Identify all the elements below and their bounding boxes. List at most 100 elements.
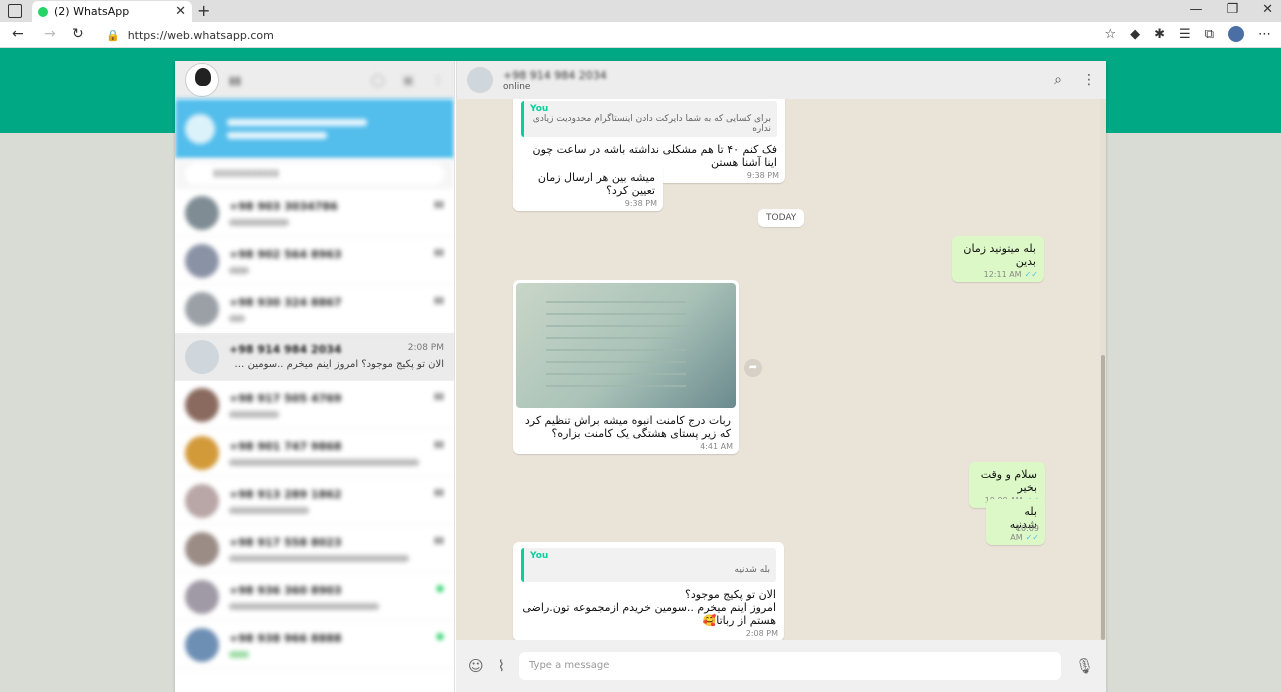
notification-banner[interactable] (175, 99, 454, 159)
contact-status: online (503, 81, 531, 92)
sidebar-header: ▮▮ ◯ ▣ ⋮ (175, 61, 454, 99)
minimize-icon[interactable]: — (1189, 2, 1202, 17)
collections-icon[interactable]: ⧉ (1205, 27, 1214, 42)
contact-avatar[interactable] (467, 67, 493, 93)
browser-tab-whatsapp[interactable]: (2) WhatsApp ✕ (32, 1, 192, 22)
back-icon[interactable]: ← (12, 26, 24, 42)
quoted-message[interactable]: You برای کسایی که به شما دایرکت دادن این… (521, 101, 777, 137)
message-incoming[interactable]: You بله شدنیه الان تو پکیج موجود؟ امروز … (513, 542, 784, 640)
notification-bell-icon (185, 114, 215, 144)
tab-close-icon[interactable]: ✕ (175, 4, 186, 19)
chat-avatar (185, 195, 219, 230)
read-ticks-icon: ✓✓ (1025, 533, 1039, 542)
chat-list: +98 903 3034786 ▮▮ +98 902 564 8963 ▮▮ +98… (175, 189, 454, 669)
extensions-puzzle-icon[interactable]: ✱ (1154, 27, 1165, 42)
whatsapp-favicon-icon (38, 6, 48, 17)
chat-list-item[interactable]: +98 903 3034786 ▮▮ (175, 189, 454, 237)
forward-icon[interactable]: ➦ (744, 359, 762, 377)
more-menu-icon[interactable]: ⋯ (1258, 27, 1271, 42)
profile-avatar-icon[interactable] (1228, 26, 1244, 42)
chat-list-item[interactable]: +98 936 360 8903 ● (175, 573, 454, 621)
date-separator: TODAY (758, 209, 805, 227)
emoji-icon[interactable]: ☺ (468, 657, 484, 675)
chat-avatar (185, 627, 219, 662)
search-input[interactable]: ▮▮▮▮▮▮▮▮▮▮▮▮ (185, 163, 444, 185)
quoted-message[interactable]: You بله شدنیه (521, 548, 776, 582)
compose-bar: ☺ ⌇ Type a message 🎙 (456, 640, 1106, 692)
chat-avatar (185, 339, 219, 374)
chat-name: +98 914 984 2034 (229, 343, 342, 356)
new-tab-icon[interactable]: + (197, 1, 210, 20)
extension-icon[interactable]: ◆ (1130, 27, 1140, 42)
message-time: 4:41 AM (700, 442, 733, 451)
message-incoming-image[interactable]: ربات درج کامنت انبوه میشه براش تنظیم کرد… (513, 280, 739, 454)
conversation-panel: +98 914 984 2034 online ⌕ ⋮ You برای کسا… (456, 61, 1106, 692)
sidebar-header-icons: ◯ ▣ ⋮ (371, 73, 444, 87)
message-time: 9:38 PM (624, 199, 657, 208)
message-text-line: امروز اینم میخرم ..سومین خریدم ازمجموعه … (522, 601, 776, 627)
address-bar: ← → ↻ 🔒 https://web.whatsapp.com ☆ ◆ ✱ ☰… (0, 22, 1281, 48)
chat-preview: الان تو پکیج موجود؟ امروز اینم میخرم ..س… (229, 359, 444, 370)
message-time: 9:38 PM (746, 171, 779, 180)
chat-sidebar: ▮▮ ◯ ▣ ⋮ ▮▮▮▮▮▮▮▮▮▮▮▮ +98 903 3034786▮▮ (175, 61, 455, 692)
tab-actions-icon[interactable] (8, 4, 22, 18)
chat-avatar (185, 531, 219, 566)
my-profile-avatar[interactable] (185, 63, 219, 97)
message-time: 2:08 PM (745, 629, 778, 638)
sidebar-header-blurred: ▮▮ (229, 73, 242, 87)
menu-icon[interactable]: ⋮ (432, 73, 444, 87)
chat-avatar (185, 243, 219, 278)
lock-icon: 🔒 (106, 28, 120, 42)
message-incoming[interactable]: میشه بین هر ارسال زمان تعیین کرد؟ 9:38 P… (513, 165, 663, 211)
url-text: https://web.whatsapp.com (127, 28, 274, 42)
chat-list-item[interactable]: +98 901 747 9868 ▮▮ (175, 429, 454, 477)
message-text: ربات درج کامنت انبوه میشه براش تنظیم کرد… (524, 414, 731, 440)
new-chat-icon[interactable]: ▣ (403, 73, 414, 87)
chat-avatar (185, 579, 219, 614)
chat-list-item[interactable]: +98 930 324 8867 ▮▮ (175, 285, 454, 333)
search-bar[interactable]: ▮▮▮▮▮▮▮▮▮▮▮▮ (175, 159, 454, 189)
chat-avatar (185, 387, 219, 422)
browser-tab-bar: (2) WhatsApp ✕ + — ❐ ✕ (0, 0, 1281, 22)
contact-name: +98 914 984 2034 (503, 68, 607, 82)
favorites-icon[interactable]: ☰ (1179, 27, 1191, 42)
menu-icon[interactable]: ⋮ (1082, 72, 1096, 88)
message-text-line: الان تو پکیج موجود؟ (685, 588, 776, 601)
chat-time: 2:08 PM (407, 343, 444, 353)
close-window-icon[interactable]: ✕ (1262, 2, 1273, 17)
forward-icon[interactable]: → (44, 26, 56, 42)
message-text: بله میتونید زمان بدین (963, 242, 1036, 268)
message-image[interactable] (516, 283, 736, 408)
read-ticks-icon: ✓✓ (1024, 270, 1038, 279)
conversation-header[interactable]: +98 914 984 2034 online ⌕ ⋮ (456, 61, 1106, 99)
scrollbar-thumb[interactable] (1101, 355, 1105, 640)
maximize-icon[interactable]: ❐ (1226, 2, 1238, 17)
chat-list-item[interactable]: +98 902 564 8963 ▮▮ (175, 237, 454, 285)
message-outgoing[interactable]: بله شدنیه 10:09 AM ✓✓ (986, 499, 1045, 545)
url-field[interactable]: 🔒 https://web.whatsapp.com (100, 25, 1070, 45)
status-icon[interactable]: ◯ (371, 73, 384, 87)
chat-avatar (185, 291, 219, 326)
chat-avatar (185, 435, 219, 470)
search-icon[interactable]: ⌕ (1054, 72, 1062, 88)
window-controls: — ❐ ✕ (1189, 2, 1273, 17)
microphone-icon[interactable]: 🎙 (1075, 657, 1094, 675)
browser-toolbar-icons: ☆ ◆ ✱ ☰ ⧉ ⋯ (1104, 26, 1271, 42)
favorite-add-icon[interactable]: ☆ (1104, 27, 1116, 42)
refresh-icon[interactable]: ↻ (72, 26, 84, 42)
message-outgoing[interactable]: بله میتونید زمان بدین 12:11 AM ✓✓ (952, 236, 1044, 282)
chat-list-item[interactable]: +98 913 289 1862 ▮▮ (175, 477, 454, 525)
tab-title: (2) WhatsApp (54, 5, 130, 18)
message-text: سلام و وقت بخیر (980, 468, 1037, 494)
attach-icon[interactable]: ⌇ (498, 657, 505, 675)
message-input[interactable]: Type a message (518, 652, 1061, 680)
whatsapp-app: ▮▮ ◯ ▣ ⋮ ▮▮▮▮▮▮▮▮▮▮▮▮ +98 903 3034786▮▮ (175, 61, 1106, 692)
message-text: میشه بین هر ارسال زمان تعیین کرد؟ (537, 171, 655, 197)
chat-avatar (185, 483, 219, 518)
message-list: You برای کسایی که به شما دایرکت دادن این… (456, 99, 1100, 640)
chat-list-item-active[interactable]: +98 914 984 2034 2:08 PM الان تو پکیج مو… (175, 333, 454, 381)
message-time: 12:11 AM (983, 270, 1022, 279)
chat-list-item[interactable]: +98 938 966 8888 ● (175, 621, 454, 669)
chat-list-item[interactable]: +98 917 558 8023 ▮▮ (175, 525, 454, 573)
chat-list-item[interactable]: +98 917 505 4769 ▮▮ (175, 381, 454, 429)
